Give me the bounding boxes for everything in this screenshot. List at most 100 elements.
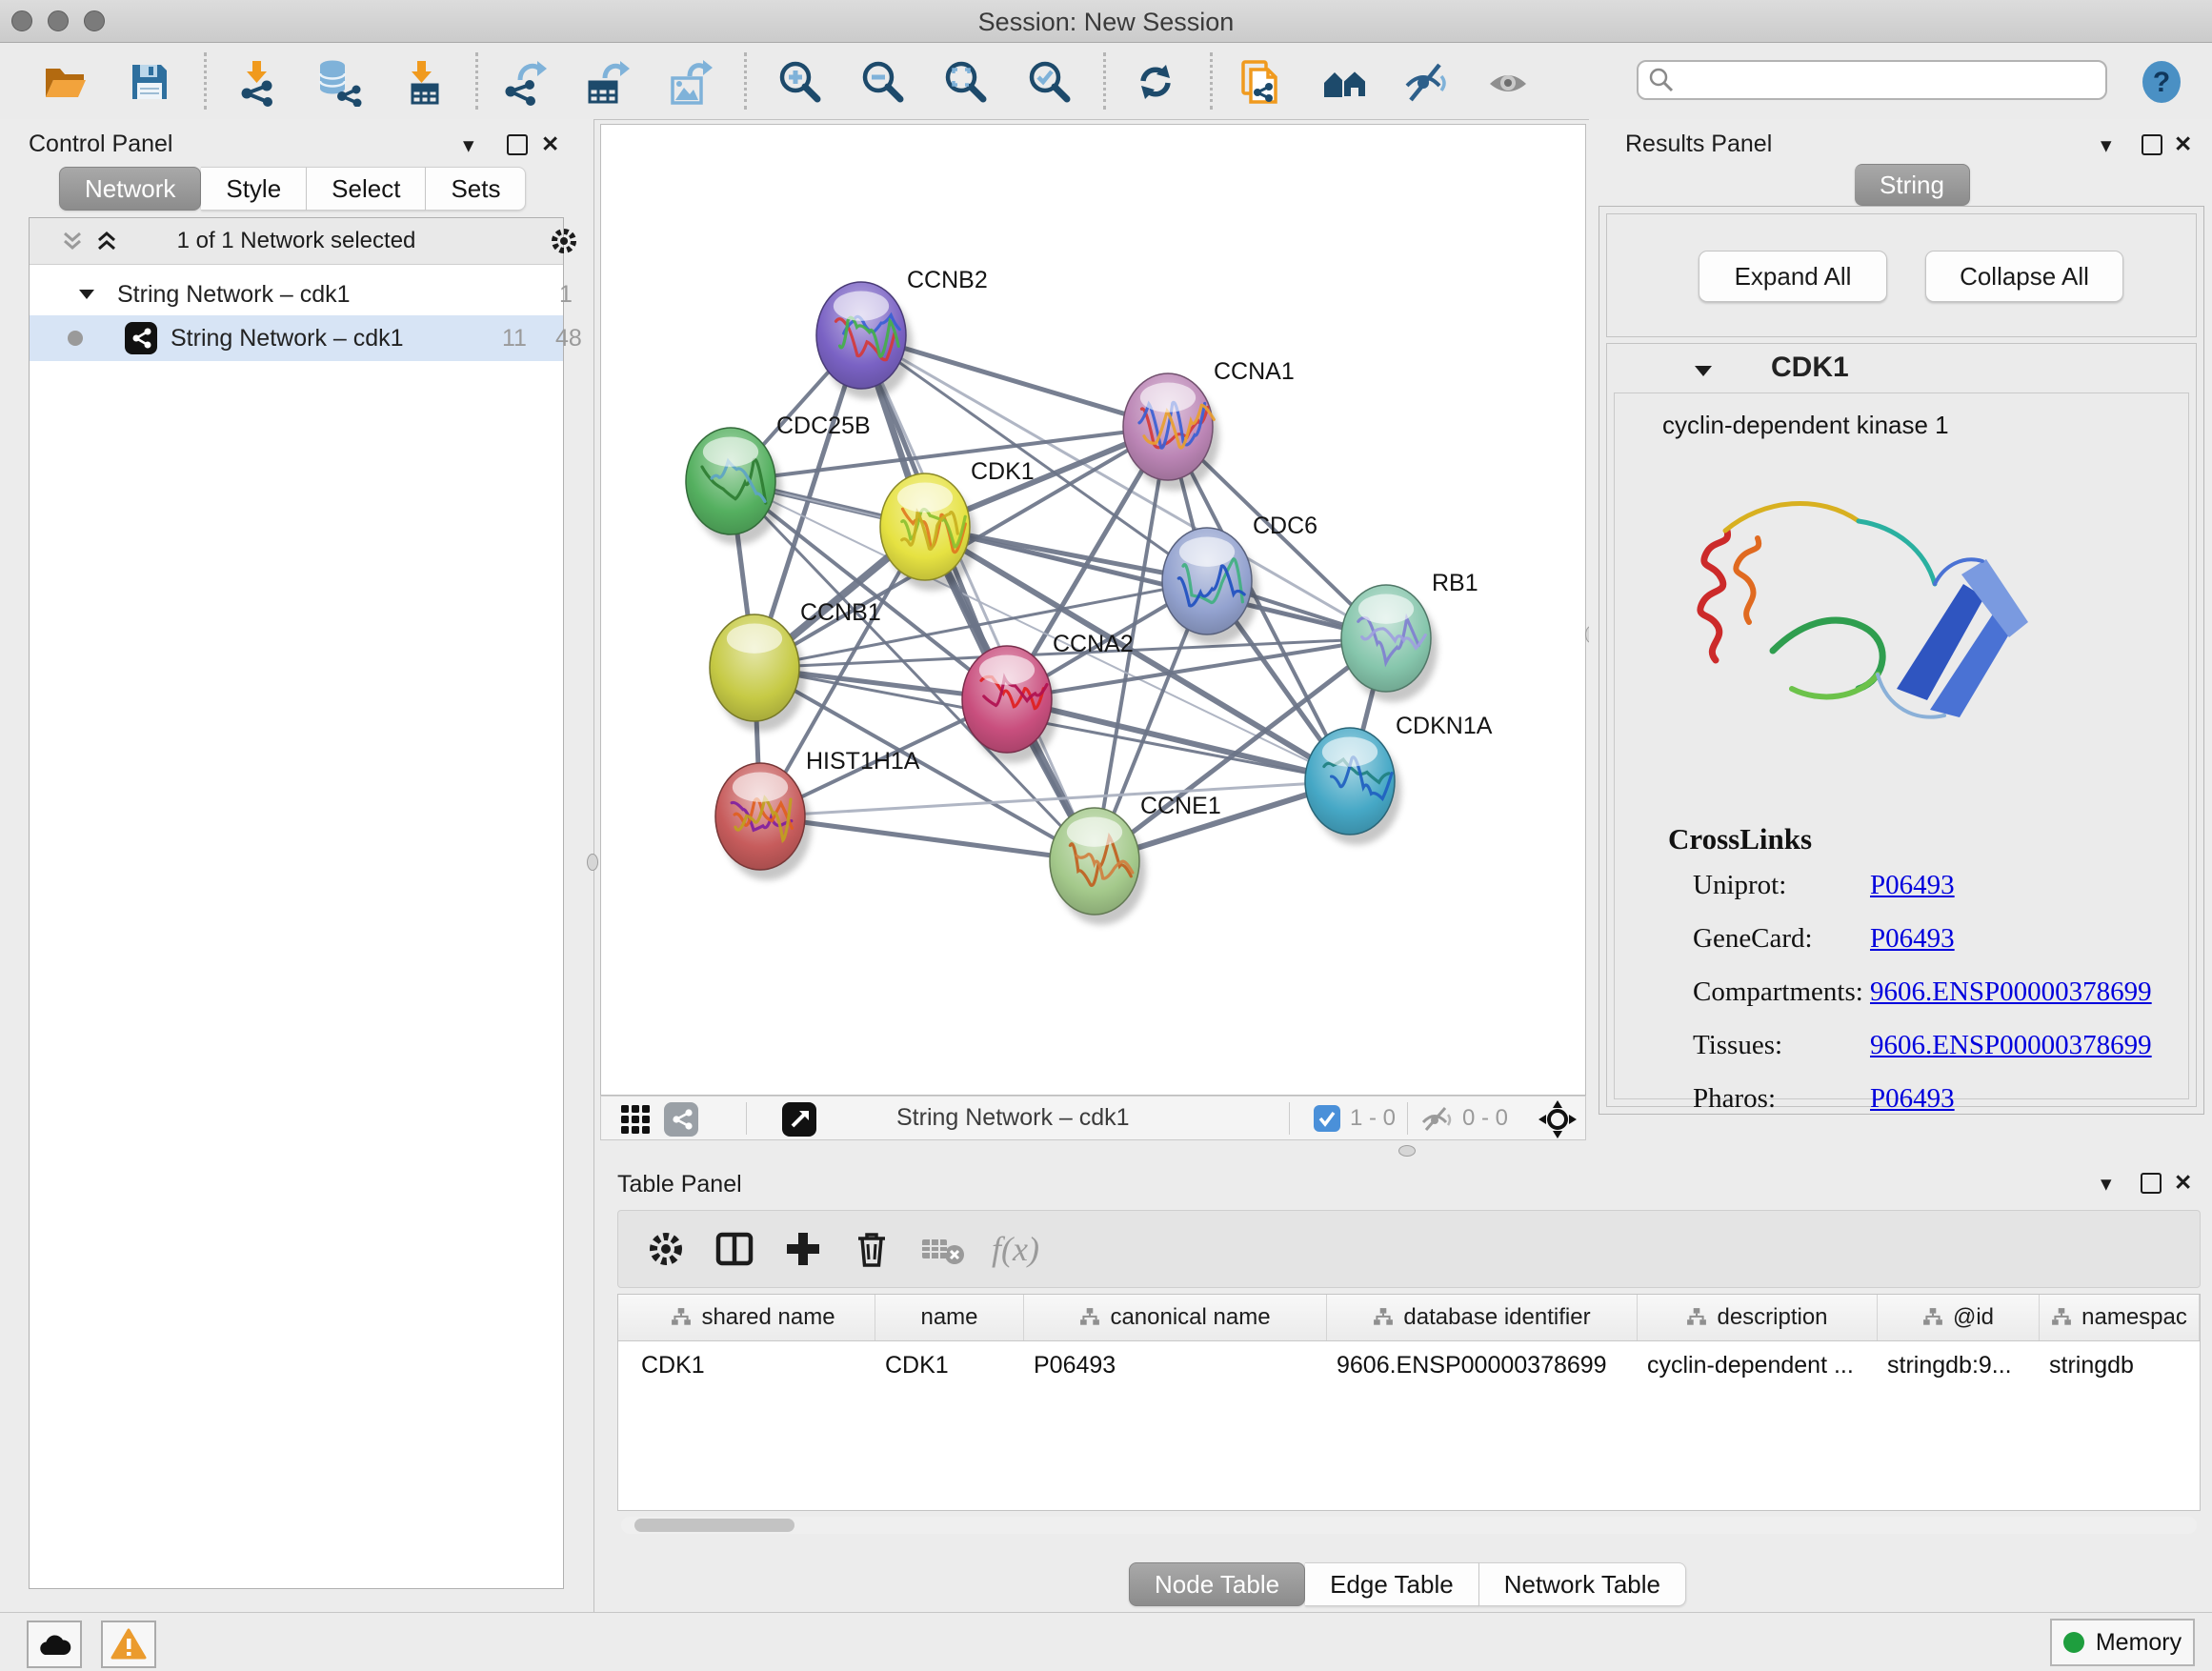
zoom-in-icon[interactable] bbox=[774, 56, 826, 108]
table-cell[interactable]: CDK1 bbox=[632, 1344, 875, 1386]
tab-node-table[interactable]: Node Table bbox=[1129, 1562, 1305, 1606]
birdseye-grid-icon[interactable] bbox=[620, 1104, 651, 1135]
open-session-icon[interactable] bbox=[39, 56, 90, 108]
section-expander-icon[interactable] bbox=[1693, 363, 1714, 378]
export-table-icon[interactable] bbox=[581, 56, 633, 108]
table-panel-menu-icon[interactable]: ▾ bbox=[2101, 1173, 2112, 1195]
show-all-eye-icon[interactable] bbox=[1483, 56, 1535, 108]
cloud-button[interactable] bbox=[27, 1621, 82, 1668]
refresh-icon[interactable] bbox=[1130, 56, 1181, 108]
node-CCNA1[interactable]: CCNA1 bbox=[1123, 358, 1295, 491]
search-bar[interactable] bbox=[1637, 60, 2107, 100]
table-cell[interactable]: stringdb bbox=[2040, 1344, 2200, 1386]
left-splitter-handle[interactable] bbox=[587, 854, 598, 871]
table-horizontal-scrollbar[interactable] bbox=[621, 1517, 2197, 1534]
string-network-graph[interactable]: CCNB2 CCNA1 CDC25BCDK1 CDC6 RB1 CCNB1 CCNA2 CDK… bbox=[601, 125, 1585, 1095]
table-cell[interactable]: cyclin-dependent ... bbox=[1638, 1344, 1878, 1386]
tab-sets[interactable]: Sets bbox=[426, 167, 526, 211]
crosslink-link[interactable]: P06493 bbox=[1870, 870, 1955, 901]
import-network-file-icon[interactable] bbox=[232, 56, 284, 108]
column-header--id[interactable]: @id bbox=[1878, 1295, 2040, 1340]
network-share-badge-icon[interactable] bbox=[664, 1102, 698, 1137]
export-network-icon[interactable] bbox=[498, 56, 550, 108]
node-CCNA2[interactable]: CCNA2 bbox=[962, 631, 1134, 763]
duplicate-network-icon[interactable] bbox=[1235, 56, 1286, 108]
control-panel-close-icon[interactable]: ✕ bbox=[541, 133, 559, 155]
node-RB1[interactable]: RB1 bbox=[1341, 570, 1478, 702]
tab-style[interactable]: Style bbox=[201, 167, 307, 211]
edge-CCNB2-CCNE1[interactable] bbox=[861, 335, 1095, 861]
control-panel-menu-icon[interactable]: ▾ bbox=[463, 134, 474, 156]
expand-all-button[interactable]: Expand All bbox=[1699, 251, 1887, 302]
table-panel-float-icon[interactable] bbox=[2141, 1173, 2162, 1194]
node-CCNB1[interactable]: CCNB1 bbox=[710, 599, 881, 732]
tab-select[interactable]: Select bbox=[307, 167, 426, 211]
section-gene-name: CDK1 bbox=[1771, 352, 1849, 384]
fit-selected-crosshair-icon[interactable] bbox=[1538, 1100, 1577, 1138]
table-panel-close-icon[interactable]: ✕ bbox=[2174, 1172, 2192, 1194]
network-collection-row[interactable]: String Network – cdk1 1 bbox=[30, 273, 563, 315]
show-columns-icon[interactable] bbox=[714, 1228, 755, 1270]
tab-string[interactable]: String bbox=[1855, 164, 1970, 206]
network-selection-bar: 1 of 1 Network selected bbox=[30, 218, 563, 265]
import-table-icon[interactable] bbox=[397, 56, 449, 108]
warning-icon bbox=[111, 1628, 147, 1661]
tab-edge-table[interactable]: Edge Table bbox=[1305, 1562, 1479, 1606]
collapse-all-button[interactable]: Collapse All bbox=[1925, 251, 2123, 302]
delete-column-trash-icon[interactable] bbox=[851, 1228, 893, 1270]
crosslink-link[interactable]: 9606.ENSP00000378699 bbox=[1870, 976, 2152, 1008]
column-header-canonical-name[interactable]: canonical name bbox=[1024, 1295, 1327, 1340]
node-CDKN1A[interactable]: CDKN1A bbox=[1305, 713, 1493, 845]
export-image-icon[interactable] bbox=[664, 56, 715, 108]
crosslink-link[interactable]: 9606.ENSP00000378699 bbox=[1870, 1030, 2152, 1061]
table-cell[interactable]: stringdb:9... bbox=[1878, 1344, 2040, 1386]
delete-table-icon bbox=[919, 1228, 965, 1270]
tab-network-table[interactable]: Network Table bbox=[1479, 1562, 1686, 1606]
results-panel-close-icon[interactable]: ✕ bbox=[2174, 133, 2192, 155]
bottom-splitter-handle[interactable] bbox=[1398, 1145, 1416, 1157]
add-column-plus-icon[interactable] bbox=[782, 1228, 824, 1270]
column-header-shared-name[interactable]: shared name bbox=[632, 1295, 875, 1340]
column-header-name[interactable]: name bbox=[875, 1295, 1024, 1340]
column-header-database-identifier[interactable]: database identifier bbox=[1327, 1295, 1638, 1340]
selected-checkbox-icon[interactable] bbox=[1314, 1105, 1340, 1132]
network-canvas[interactable]: CCNB2 CCNA1 CDC25BCDK1 CDC6 RB1 CCNB1 CCNA2 CDK… bbox=[600, 124, 1586, 1096]
zoom-selected-icon[interactable] bbox=[1024, 56, 1076, 108]
save-session-icon[interactable] bbox=[124, 56, 175, 108]
memory-button[interactable]: Memory bbox=[2050, 1619, 2195, 1666]
houses-icon[interactable] bbox=[1319, 56, 1371, 108]
node-label-CCNA1: CCNA1 bbox=[1214, 358, 1295, 385]
control-panel-float-icon[interactable] bbox=[507, 134, 528, 155]
node-CCNE1[interactable]: CCNE1 bbox=[1050, 793, 1221, 925]
zoom-out-icon[interactable] bbox=[857, 56, 909, 108]
crosslink-link[interactable]: P06493 bbox=[1870, 1083, 1955, 1115]
gene-description: cyclin-dependent kinase 1 bbox=[1662, 411, 1949, 440]
help-icon[interactable]: ? bbox=[2136, 56, 2187, 108]
import-network-database-icon[interactable] bbox=[312, 56, 364, 108]
tree-expander-icon[interactable] bbox=[77, 287, 96, 302]
network-row-selected[interactable]: String Network – cdk1 11 48 bbox=[30, 315, 563, 361]
results-panel-menu-icon[interactable]: ▾ bbox=[2101, 134, 2112, 156]
node-CCNB2[interactable]: CCNB2 bbox=[816, 267, 988, 399]
gear-icon[interactable] bbox=[550, 227, 578, 255]
node-CDC6[interactable]: CDC6 bbox=[1162, 513, 1317, 645]
node-CDK1[interactable]: CDK1 bbox=[880, 458, 1035, 591]
table-settings-gear-icon[interactable] bbox=[645, 1228, 687, 1270]
column-header-namespac[interactable]: namespac bbox=[2040, 1295, 2200, 1340]
warning-button[interactable] bbox=[101, 1621, 156, 1668]
column-header-label: database identifier bbox=[1403, 1304, 1590, 1331]
search-input[interactable] bbox=[1675, 66, 2079, 94]
node-label-RB1: RB1 bbox=[1432, 570, 1478, 596]
open-in-new-window-icon[interactable] bbox=[782, 1102, 816, 1137]
tab-network[interactable]: Network bbox=[59, 167, 201, 211]
results-panel-float-icon[interactable] bbox=[2142, 134, 2162, 155]
node-CDC25B[interactable]: CDC25B bbox=[686, 413, 871, 545]
table-cell[interactable]: CDK1 bbox=[875, 1344, 1024, 1386]
crosslink-link[interactable]: P06493 bbox=[1870, 923, 1955, 955]
zoom-fit-icon[interactable] bbox=[940, 56, 992, 108]
hide-selected-eye-icon[interactable] bbox=[1400, 56, 1452, 108]
column-header-description[interactable]: description bbox=[1638, 1295, 1878, 1340]
table-cell[interactable]: P06493 bbox=[1024, 1344, 1327, 1386]
table-cell[interactable]: 9606.ENSP00000378699 bbox=[1327, 1344, 1638, 1386]
scrollbar-thumb[interactable] bbox=[634, 1519, 794, 1532]
